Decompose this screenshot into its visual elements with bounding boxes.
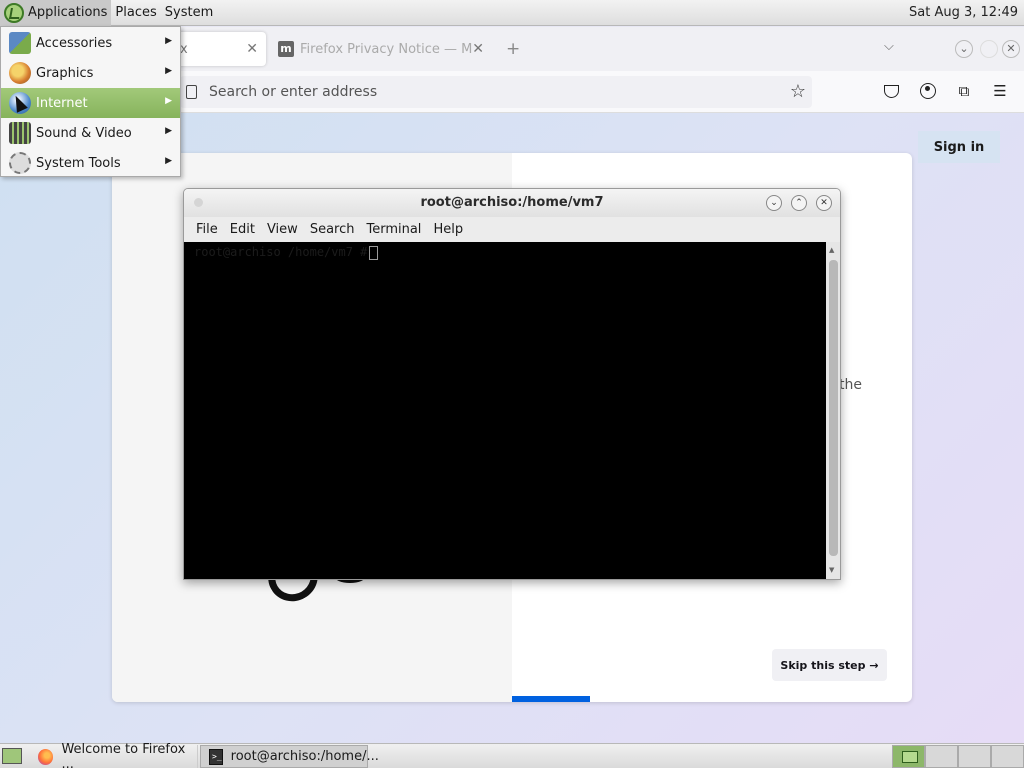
scroll-up-arrow-icon[interactable]: ▲ bbox=[829, 246, 834, 254]
mate-logo-icon bbox=[4, 2, 24, 23]
taskbar-terminal[interactable]: >_ root@archiso:/home/... bbox=[200, 745, 379, 768]
minimize-icon[interactable]: ⌄ bbox=[955, 40, 973, 58]
sound-video-icon bbox=[9, 122, 31, 144]
menu-item-internet[interactable]: Internet ▶ bbox=[1, 88, 180, 118]
window-close-icon[interactable]: ✕ bbox=[1002, 40, 1020, 58]
menu-item-label: Graphics bbox=[36, 65, 94, 81]
menu-item-graphics[interactable]: Graphics ▶ bbox=[1, 58, 180, 88]
submenu-arrow-icon: ▶ bbox=[165, 66, 172, 76]
terminal-menu-search[interactable]: Search bbox=[304, 222, 361, 237]
tab-privacy-notice-label: Firefox Privacy Notice — M bbox=[300, 41, 473, 57]
mozilla-favicon-icon: m bbox=[278, 41, 294, 57]
bookmark-star-icon[interactable]: ☆ bbox=[790, 81, 806, 102]
window-menu-icon[interactable] bbox=[194, 198, 203, 207]
terminal-prompt-text: root@archiso /home/vm7 # bbox=[194, 245, 368, 259]
terminal-scrollbar[interactable]: ▲ ▼ bbox=[826, 242, 840, 579]
url-bar[interactable]: ☆ bbox=[180, 76, 812, 108]
minimize-icon[interactable]: ⌄ bbox=[766, 195, 782, 211]
menu-item-label: Internet bbox=[36, 95, 88, 111]
workspace-4[interactable] bbox=[991, 745, 1024, 768]
list-all-tabs-chevron-icon[interactable]: ⌵ bbox=[884, 39, 894, 54]
firefox-icon bbox=[38, 748, 54, 765]
terminal-title: root@archiso:/home/vm7 bbox=[420, 195, 604, 210]
menu-item-label: Accessories bbox=[36, 35, 113, 51]
terminal-menu-help[interactable]: Help bbox=[427, 222, 469, 237]
show-desktop-icon[interactable] bbox=[2, 748, 22, 764]
menu-item-label: System Tools bbox=[36, 155, 121, 171]
sign-in-button[interactable]: Sign in bbox=[918, 131, 1000, 163]
terminal-icon: >_ bbox=[209, 748, 223, 765]
scrollbar-thumb[interactable] bbox=[829, 260, 838, 556]
applications-menu-label: Applications bbox=[28, 4, 108, 20]
graphics-icon bbox=[9, 62, 31, 84]
close-icon[interactable]: ✕ bbox=[246, 41, 258, 57]
submenu-arrow-icon: ▶ bbox=[165, 36, 172, 46]
url-input[interactable] bbox=[209, 84, 769, 100]
maximize-icon[interactable] bbox=[980, 40, 998, 58]
terminal-menu-view[interactable]: View bbox=[261, 222, 304, 237]
system-tools-icon bbox=[9, 152, 31, 174]
hamburger-menu-icon[interactable]: ☰ bbox=[990, 81, 1010, 101]
terminal-cursor bbox=[369, 245, 379, 260]
workspace-1[interactable] bbox=[892, 745, 925, 768]
tab-welcome-label: x bbox=[180, 41, 188, 57]
system-menu[interactable]: System bbox=[161, 0, 217, 26]
scroll-down-arrow-icon[interactable]: ▼ bbox=[829, 566, 834, 574]
tab-welcome[interactable]: x ✕ bbox=[176, 32, 266, 66]
card-body-text-fragment: the bbox=[839, 377, 862, 393]
taskbar-firefox-label: Welcome to Firefox ... bbox=[61, 741, 186, 768]
pocket-icon[interactable] bbox=[884, 85, 899, 98]
workspace-2[interactable] bbox=[925, 745, 958, 768]
close-icon[interactable]: ✕ bbox=[816, 195, 832, 211]
submenu-arrow-icon: ▶ bbox=[165, 126, 172, 136]
terminal-menu-edit[interactable]: Edit bbox=[224, 222, 261, 237]
terminal-titlebar[interactable]: root@archiso:/home/vm7 ⌄ ⌃ ✕ bbox=[184, 189, 840, 217]
taskbar-terminal-label: root@archiso:/home/... bbox=[230, 749, 379, 764]
account-icon[interactable] bbox=[920, 83, 936, 99]
extensions-puzzle-icon[interactable]: ⧉ bbox=[954, 81, 974, 101]
new-tab-plus-icon[interactable]: + bbox=[506, 39, 520, 59]
bottom-panel: Welcome to Firefox ... >_ root@archiso:/… bbox=[0, 741, 1024, 768]
applications-menu[interactable]: Applications bbox=[0, 0, 112, 26]
step-progress-indicator bbox=[512, 696, 590, 702]
workspace-3[interactable] bbox=[958, 745, 991, 768]
terminal-prompt: root@archiso /home/vm7 # bbox=[194, 245, 379, 260]
maximize-icon[interactable]: ⌃ bbox=[791, 195, 807, 211]
menu-item-sound-video[interactable]: Sound & Video ▶ bbox=[1, 118, 180, 148]
submenu-arrow-icon: ▶ bbox=[165, 156, 172, 166]
terminal-menu-file[interactable]: File bbox=[190, 222, 224, 237]
page-icon bbox=[186, 85, 197, 99]
terminal-menubar: File Edit View Search Terminal Help bbox=[184, 217, 840, 242]
accessories-icon bbox=[9, 32, 31, 54]
submenu-arrow-icon: ▶ bbox=[165, 96, 172, 106]
terminal-menu-terminal[interactable]: Terminal bbox=[360, 222, 427, 237]
menu-item-accessories[interactable]: Accessories ▶ bbox=[1, 28, 180, 58]
skip-this-step-button[interactable]: Skip this step → bbox=[772, 649, 887, 681]
menu-item-system-tools[interactable]: System Tools ▶ bbox=[1, 148, 180, 178]
tab-privacy-notice[interactable]: m Firefox Privacy Notice — M ✕ bbox=[278, 32, 492, 66]
terminal-window: root@archiso:/home/vm7 ⌄ ⌃ ✕ File Edit V… bbox=[183, 188, 841, 580]
terminal-output[interactable]: root@archiso /home/vm7 # bbox=[184, 242, 826, 579]
top-panel: Applications Places System Sat Aug 3, 12… bbox=[0, 0, 1024, 26]
menu-item-label: Sound & Video bbox=[36, 125, 132, 141]
places-menu[interactable]: Places bbox=[111, 0, 160, 26]
close-icon[interactable]: ✕ bbox=[472, 41, 484, 57]
clock[interactable]: Sat Aug 3, 12:49 bbox=[909, 0, 1018, 26]
taskbar-firefox[interactable]: Welcome to Firefox ... bbox=[30, 741, 198, 768]
applications-dropdown: Accessories ▶ Graphics ▶ Internet ▶ Soun… bbox=[0, 26, 181, 177]
